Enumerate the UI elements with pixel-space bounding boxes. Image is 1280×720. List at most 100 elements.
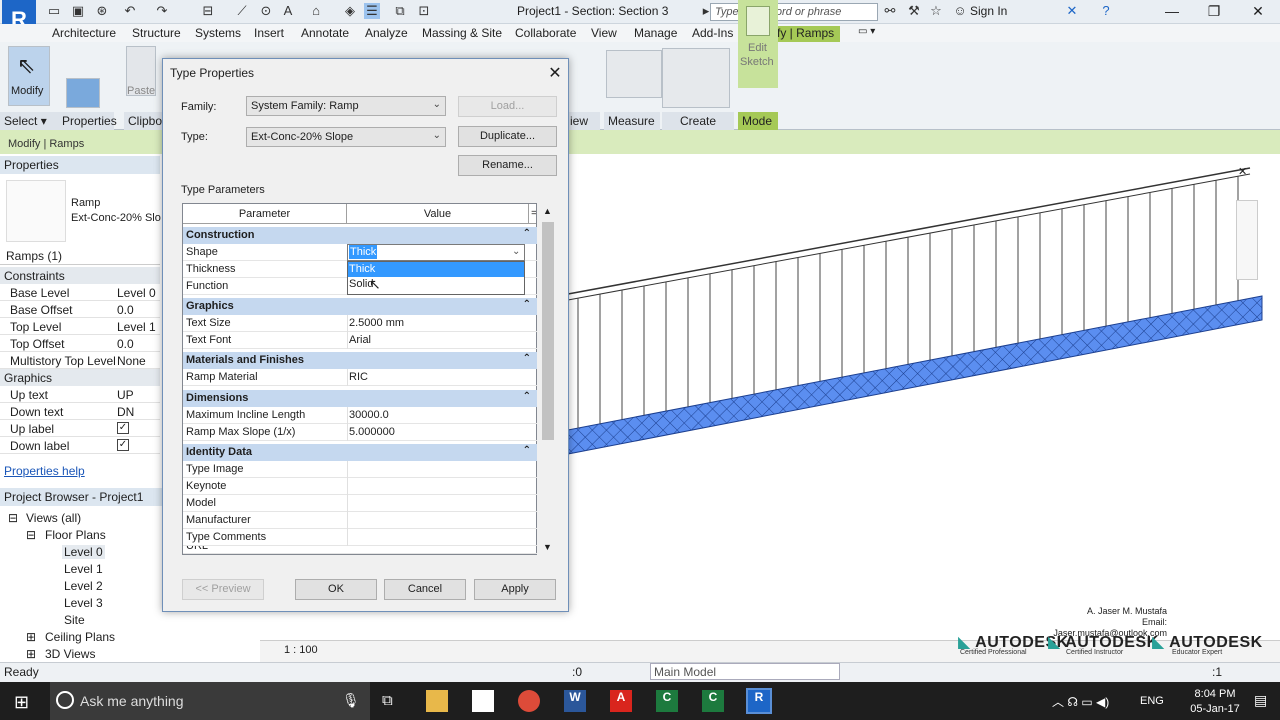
- prop-row[interactable]: Top Level Level 1: [0, 318, 160, 335]
- prop-value[interactable]: DN: [117, 405, 134, 419]
- prop-row[interactable]: Down label ✓: [0, 437, 160, 454]
- clock[interactable]: 8:04 PM 05-Jan-17: [1180, 687, 1250, 717]
- shape-selected-value[interactable]: Thick: [349, 245, 378, 259]
- windows-start-icon[interactable]: ⊞: [14, 692, 29, 713]
- tree-expand-icon[interactable]: ⊞: [26, 630, 36, 644]
- notifications-icon[interactable]: ▤: [1254, 692, 1267, 709]
- duplicate-button[interactable]: Duplicate...: [458, 126, 557, 147]
- model-selector[interactable]: Main Model: [650, 663, 840, 680]
- file-explorer-icon[interactable]: [426, 690, 448, 712]
- paste-button[interactable]: Paste: [126, 46, 156, 97]
- column-equals-icon[interactable]: =: [529, 204, 536, 224]
- type-name[interactable]: Ext-Conc-20% Slo: [71, 212, 161, 224]
- family-select[interactable]: System Family: Ramp ⌄: [246, 96, 446, 116]
- column-header-parameter[interactable]: Parameter: [183, 204, 347, 224]
- tree-item-level[interactable]: Level 3: [64, 596, 103, 610]
- param-row[interactable]: Maximum Incline Length 30000.0: [183, 407, 537, 424]
- tab-add-ins[interactable]: Add-Ins: [692, 26, 733, 40]
- apply-button[interactable]: Apply: [474, 579, 556, 600]
- tab-systems[interactable]: Systems: [195, 26, 241, 40]
- param-row[interactable]: Ramp Max Slope (1/x) 5.000000: [183, 424, 537, 441]
- type-select[interactable]: Ext-Conc-20% Slope ⌄: [246, 127, 446, 147]
- close-view-icon[interactable]: ✕: [1238, 165, 1247, 178]
- filter-count[interactable]: :1: [1212, 665, 1222, 679]
- tab-architecture[interactable]: Architecture: [52, 26, 116, 40]
- tab-manage[interactable]: Manage: [634, 26, 677, 40]
- tree-views-all[interactable]: Views (all): [26, 511, 81, 525]
- microphone-icon[interactable]: 🎙: [342, 692, 360, 709]
- tab-view[interactable]: View: [591, 26, 617, 40]
- tree-item-level[interactable]: Level 1: [64, 562, 103, 576]
- dialog-close-icon[interactable]: ✕: [546, 63, 564, 83]
- panel-view[interactable]: iew: [566, 112, 600, 130]
- param-row[interactable]: Keynote: [183, 478, 537, 495]
- redo-icon[interactable]: ↷: [154, 3, 170, 19]
- sync-icon[interactable]: ⊛: [94, 3, 110, 19]
- edit-sketch-label-1[interactable]: Edit: [748, 42, 767, 54]
- ramp-slab[interactable]: [567, 295, 1263, 455]
- collapse-icon[interactable]: ⌃: [523, 228, 531, 239]
- tree-item-level[interactable]: Level 0: [62, 545, 105, 559]
- section-dimensions[interactable]: Dimensions ⌃: [183, 390, 537, 407]
- prop-value[interactable]: 0.0: [117, 337, 134, 351]
- close-hidden-icon[interactable]: ⧉: [392, 3, 408, 19]
- properties-button[interactable]: [66, 78, 100, 108]
- 3d-view-icon[interactable]: ⌂: [308, 3, 324, 19]
- param-row[interactable]: Type Image: [183, 461, 537, 478]
- param-row[interactable]: Text Size 2.5000 mm: [183, 315, 537, 332]
- view-scale[interactable]: 1 : 100: [284, 644, 318, 656]
- tray-icons[interactable]: ︿ ☊ ▭ ◀): [1052, 693, 1109, 710]
- instance-filter[interactable]: Ramps (1): [0, 247, 160, 265]
- tree-ceiling-plans[interactable]: Ceiling Plans: [45, 630, 115, 644]
- undo-icon[interactable]: ↶: [122, 3, 138, 19]
- section-materials[interactable]: Materials and Finishes ⌃: [183, 352, 537, 369]
- prop-value[interactable]: Level 0: [117, 286, 156, 300]
- dimension-icon[interactable]: ⟋: [234, 3, 250, 19]
- param-value[interactable]: Arial: [349, 334, 371, 346]
- rename-button[interactable]: Rename...: [458, 155, 557, 176]
- tree-expand-icon[interactable]: ⊞: [26, 647, 36, 661]
- param-row[interactable]: Manufacturer: [183, 512, 537, 529]
- tag-icon[interactable]: ⊙: [258, 3, 274, 19]
- switch-windows-icon[interactable]: ⊡: [416, 3, 432, 19]
- prop-row[interactable]: Up text UP: [0, 386, 160, 403]
- load-button[interactable]: Load...: [458, 96, 557, 117]
- tree-item-level[interactable]: Site: [64, 613, 85, 627]
- tree-item-level[interactable]: Level 2: [64, 579, 103, 593]
- edit-sketch-label-2[interactable]: Sketch: [740, 56, 774, 68]
- collapse-icon[interactable]: ⌃: [523, 299, 531, 310]
- measure-tools[interactable]: [606, 50, 662, 98]
- edit-sketch-icon[interactable]: [746, 6, 770, 36]
- cortana-search[interactable]: Ask me anything: [50, 682, 370, 720]
- modify-tool-button[interactable]: ⇖ Modify: [8, 46, 50, 106]
- section-identity-data[interactable]: Identity Data ⌃: [183, 444, 537, 461]
- prop-value[interactable]: None: [117, 354, 146, 368]
- grid-scrollbar-thumb[interactable]: [542, 222, 554, 440]
- create-tools[interactable]: [662, 48, 730, 108]
- word-icon[interactable]: W: [564, 690, 586, 712]
- minimize-button[interactable]: —: [1152, 0, 1192, 24]
- scroll-down-icon[interactable]: ▼: [543, 542, 552, 552]
- measure-icon[interactable]: ⊟: [200, 3, 216, 19]
- panel-select[interactable]: Select ▾: [0, 112, 58, 130]
- subscription-icon[interactable]: ⚒: [906, 3, 922, 19]
- ribbon-minimize-icon[interactable]: ▭ ▾: [858, 26, 875, 37]
- acrobat-icon[interactable]: A: [610, 690, 632, 712]
- prop-row[interactable]: Base Offset 0.0: [0, 301, 160, 318]
- tab-annotate[interactable]: Annotate: [301, 26, 349, 40]
- option-thick[interactable]: Thick: [348, 262, 524, 277]
- prop-row[interactable]: Up label ✓: [0, 420, 160, 437]
- camtasia-icon[interactable]: C: [656, 690, 678, 712]
- task-view-icon[interactable]: ⧉: [382, 692, 393, 709]
- section-graphics[interactable]: Graphics: [0, 369, 160, 386]
- revit-taskbar-icon[interactable]: R: [746, 688, 772, 714]
- tree-collapse-icon[interactable]: ⊟: [26, 528, 36, 542]
- open-icon[interactable]: ▭: [46, 3, 62, 19]
- chrome-icon[interactable]: [518, 690, 540, 712]
- type-family-name[interactable]: Ramp: [71, 197, 100, 209]
- collapse-icon[interactable]: ⌃: [523, 391, 531, 402]
- store-icon[interactable]: [472, 690, 494, 712]
- tab-structure[interactable]: Structure: [132, 26, 181, 40]
- save-icon[interactable]: ▣: [70, 3, 86, 19]
- navigation-bar[interactable]: [1236, 200, 1258, 280]
